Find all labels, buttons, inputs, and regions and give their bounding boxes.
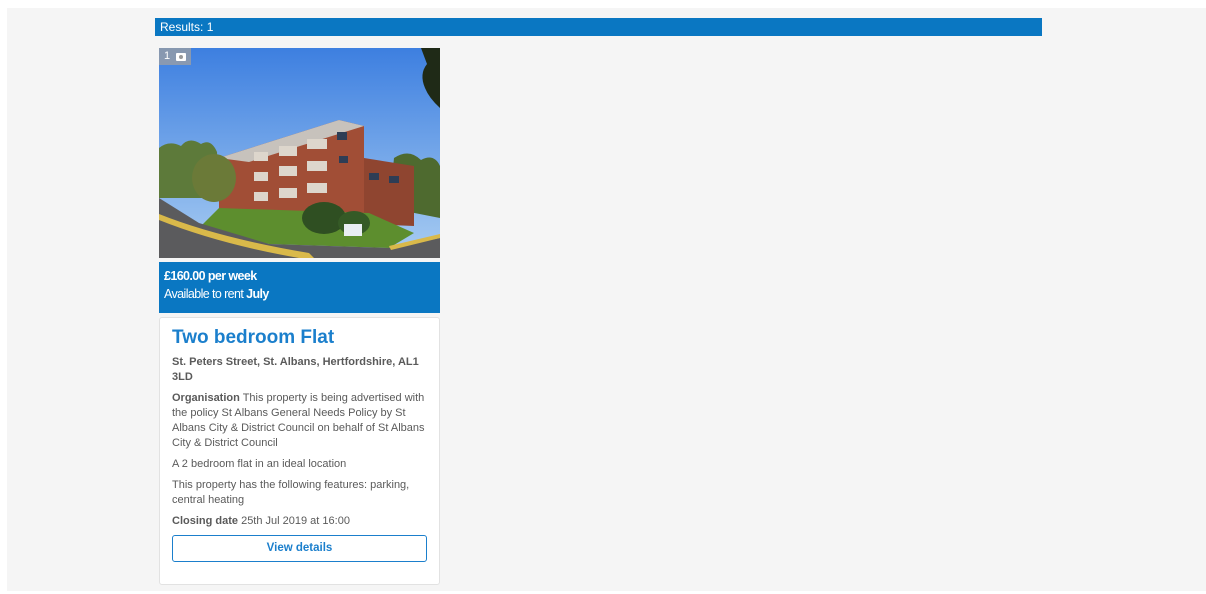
availability-prefix: Available to rent [164,287,247,301]
price-box: £160.00 per week Available to rent July [159,262,440,313]
availability: Available to rent July [164,284,440,304]
organisation-label: Organisation [172,392,240,404]
property-description: A 2 bedroom flat in an ideal location [172,458,347,470]
camera-icon [176,52,187,61]
property-title[interactable]: Two bedroom Flat [172,326,427,350]
photo-count: 1 [164,50,171,62]
property-address: St. Peters Street, St. Albans, Hertfords… [172,356,419,383]
property-photo-image [159,48,440,258]
page-container: Results: 1 1 £160.00 per week Available … [7,8,1206,591]
organisation-info: Organisation This property is being adve… [172,391,427,451]
results-label: Results: [160,20,204,34]
property-features: This property has the following features… [172,479,410,506]
photo-count-badge: 1 [159,48,192,65]
closing-date: Closing date 25th Jul 2019 at 16:00 [172,514,427,529]
closing-date-value: 25th Jul 2019 at 16:00 [238,515,350,527]
results-count: 1 [206,20,214,34]
property-photo[interactable]: 1 [159,48,440,258]
rent-price: £160.00 per week [164,269,257,283]
property-details: Two bedroom Flat St. Peters Street, St. … [159,317,440,585]
results-bar: Results: 1 [155,18,1042,36]
property-card: 1 £160.00 per week Available to rent Jul… [159,48,440,585]
closing-date-label: Closing date [172,515,239,527]
availability-month: July [246,287,269,301]
view-details-button[interactable]: View details [172,535,427,562]
